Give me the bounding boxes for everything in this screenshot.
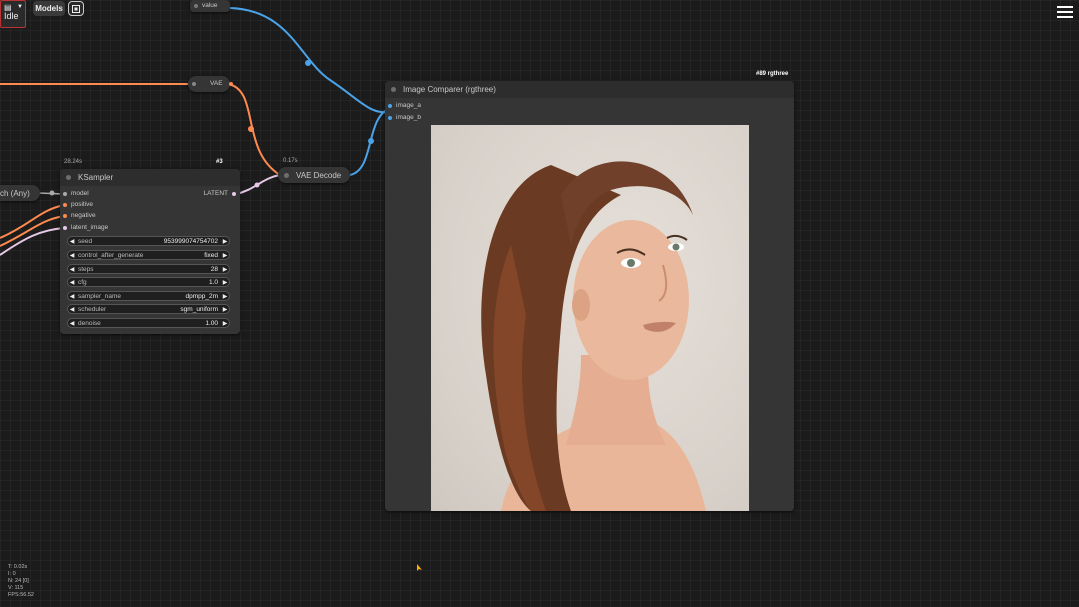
increment-arrow-icon[interactable]: ▶ [221, 293, 229, 300]
status-label: Idle [4, 11, 19, 21]
stat-nodes: N: 24 [0] [8, 578, 29, 584]
queue-status-button[interactable]: ▤ ▼ Idle [0, 0, 26, 28]
vae-link-wire-2 [227, 83, 281, 176]
output-latent[interactable]: LATENT [204, 190, 236, 197]
increment-arrow-icon[interactable]: ▶ [221, 279, 229, 286]
input-model[interactable]: model [63, 190, 89, 197]
image-comparer-id-badge: #89 rgthree [756, 71, 789, 77]
vae-node-label: VAE [210, 80, 223, 87]
widget-sampler-name[interactable]: ◀ sampler_name dpmpp_2m ▶ [67, 291, 230, 301]
decrement-arrow-icon[interactable]: ◀ [68, 266, 76, 273]
value-node[interactable]: value [190, 0, 230, 12]
comparison-image[interactable] [431, 125, 749, 511]
ksampler-id-badge: #3 [216, 159, 223, 165]
decrement-arrow-icon[interactable]: ◀ [68, 252, 76, 259]
input-positive[interactable]: positive [63, 201, 93, 208]
widget-steps[interactable]: ◀ steps 28 ▶ [67, 264, 230, 274]
increment-arrow-icon[interactable]: ▶ [221, 306, 229, 313]
increment-arrow-icon[interactable]: ▶ [221, 266, 229, 273]
stat-fps: FPS:56.52 [8, 592, 34, 598]
decrement-arrow-icon[interactable]: ◀ [68, 279, 76, 286]
portrait-illustration [481, 161, 706, 511]
vae-decode-title: VAE Decode [296, 170, 342, 180]
decrement-arrow-icon[interactable]: ◀ [68, 293, 76, 300]
value-node-label: value [202, 2, 218, 9]
image-link-wire [229, 7, 391, 114]
decrement-arrow-icon[interactable]: ◀ [68, 306, 76, 313]
vae-reroute-node[interactable]: VAE [188, 76, 233, 92]
switch-any-node[interactable]: ch (Any) [0, 185, 40, 201]
chevron-down-icon: ▼ [17, 4, 23, 10]
ksampler-exec-time: 28.24s [64, 159, 83, 165]
stat-items: I: 0 [8, 571, 16, 577]
vae-decode-exec-time: 0.17s [283, 158, 298, 164]
image-comparer-title: Image Comparer (rgthree) [403, 85, 496, 94]
input-negative[interactable]: negative [63, 212, 96, 219]
collapse-dot-icon[interactable] [391, 87, 396, 92]
hamburger-icon[interactable] [1057, 6, 1073, 20]
stat-time: T: 0.02s [8, 564, 28, 570]
switch-node-label: ch (Any) [0, 189, 30, 198]
increment-arrow-icon[interactable]: ▶ [221, 238, 229, 245]
ksampler-node[interactable]: KSampler model positive negative latent_… [60, 169, 240, 334]
decrement-arrow-icon[interactable]: ◀ [68, 238, 76, 245]
decrement-arrow-icon[interactable]: ◀ [68, 320, 76, 327]
stat-visible: V: 115 [8, 585, 24, 591]
widget-denoise[interactable]: ◀ denoise 1.00 ▶ [67, 318, 230, 328]
input-image-a[interactable]: image_a [388, 102, 421, 109]
image-comparer-title-bar[interactable]: Image Comparer (rgthree) [385, 81, 794, 98]
increment-arrow-icon[interactable]: ▶ [221, 320, 229, 327]
ksampler-title: KSampler [78, 173, 114, 182]
canvas-stats: T: 0.02s I: 0 N: 24 [0] V: 115 FPS:56.52 [8, 564, 34, 599]
models-button[interactable]: Models [33, 1, 65, 16]
increment-arrow-icon[interactable]: ▶ [221, 252, 229, 259]
collapse-dot-icon[interactable] [66, 175, 71, 180]
widget-control-after-generate[interactable]: ◀ control_after_generate fixed ▶ [67, 250, 230, 260]
widget-scheduler[interactable]: ◀ scheduler sgm_uniform ▶ [67, 304, 230, 314]
queue-icon[interactable] [68, 1, 84, 16]
widget-seed[interactable]: ◀ seed 953999074754702 ▶ [67, 236, 230, 246]
collapse-dot-icon[interactable] [284, 172, 289, 178]
positive-link-wire [0, 204, 65, 239]
input-image-b[interactable]: image_b [388, 114, 421, 121]
vae-decode-node[interactable]: VAE Decode [278, 167, 350, 183]
ksampler-title-bar[interactable]: KSampler [60, 169, 240, 186]
widget-cfg[interactable]: ◀ cfg 1.0 ▶ [67, 277, 230, 287]
cursor-icon [417, 564, 422, 571]
input-latent-image[interactable]: latent_image [63, 224, 108, 231]
